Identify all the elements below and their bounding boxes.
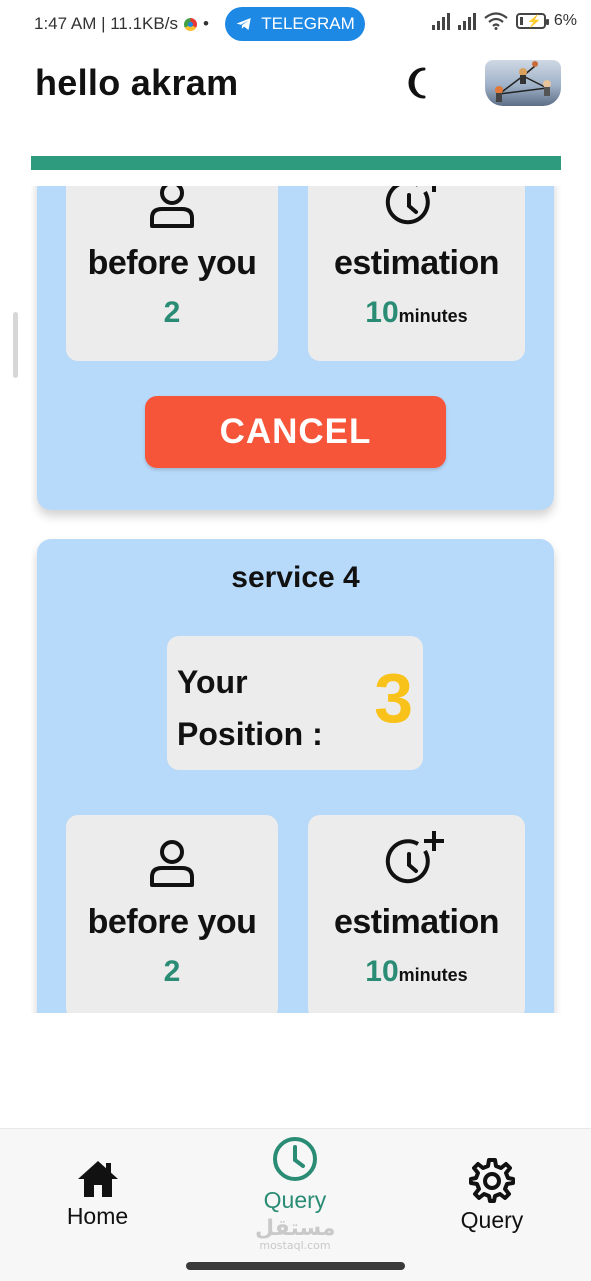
status-right: ⚡ 6% bbox=[431, 12, 577, 30]
estimation-unit: minutes bbox=[398, 965, 468, 985]
chrome-icon bbox=[183, 17, 197, 31]
estimation-value: 10 bbox=[365, 955, 399, 988]
estimation-label: estimation bbox=[333, 903, 500, 941]
home-indicator[interactable] bbox=[186, 1262, 405, 1270]
estimation-box: estimation 10minutes bbox=[308, 815, 525, 1013]
position-value: 3 bbox=[374, 659, 413, 737]
nav-home[interactable]: Home bbox=[50, 1159, 145, 1230]
status-separator: • bbox=[202, 14, 209, 33]
estimation-value-row: 10minutes bbox=[308, 955, 525, 989]
status-bar: 1:47 AM | 11.1KB/s • TELEGRAM ⚡ 6% bbox=[0, 0, 591, 48]
estimation-box: estimation 10minutes bbox=[308, 186, 525, 361]
page-title: hello akram bbox=[35, 62, 239, 103]
queue-list[interactable]: before you 2 estimation 10minutes CANCEL… bbox=[31, 186, 561, 1013]
telegram-notification[interactable]: TELEGRAM bbox=[225, 7, 365, 41]
telegram-icon bbox=[236, 18, 251, 30]
nav-query-label: Query bbox=[263, 1187, 327, 1213]
estimation-value: 10 bbox=[365, 296, 399, 329]
status-left: 1:47 AM | 11.1KB/s • bbox=[34, 14, 209, 34]
signal-icon-2 bbox=[457, 12, 476, 30]
service-title: service 4 bbox=[231, 561, 360, 594]
position-box: Your Position : 3 bbox=[167, 636, 423, 770]
before-you-box: before you 2 bbox=[66, 186, 278, 361]
estimation-unit: minutes bbox=[398, 306, 468, 326]
wifi-icon bbox=[484, 12, 508, 30]
nav-query[interactable]: Query bbox=[240, 1135, 350, 1214]
status-time-speed: 1:47 AM | 11.1KB/s bbox=[34, 14, 178, 33]
estimation-value-row: 10minutes bbox=[308, 296, 525, 330]
before-you-value: 2 bbox=[163, 296, 181, 329]
position-label: Your Position : bbox=[177, 664, 323, 752]
cancel-button[interactable]: CANCEL bbox=[145, 396, 446, 468]
scrollbar[interactable] bbox=[13, 312, 18, 378]
battery-percent: 6% bbox=[553, 12, 577, 29]
moon-icon[interactable] bbox=[402, 66, 432, 100]
clock-icon bbox=[273, 1137, 317, 1181]
watermark-sub: mostaql.com bbox=[259, 1239, 331, 1252]
nav-settings-label: Query bbox=[460, 1207, 524, 1233]
person-icon bbox=[150, 186, 194, 228]
watermark-text: مستقل bbox=[255, 1216, 336, 1241]
clock-plus-icon bbox=[385, 186, 436, 225]
home-icon bbox=[77, 1161, 118, 1197]
avatar[interactable] bbox=[485, 60, 561, 106]
watermark: مستقل mostaql.com bbox=[255, 1216, 335, 1252]
nav-settings[interactable]: Query bbox=[440, 1157, 544, 1234]
signal-icon bbox=[431, 12, 450, 30]
before-you-label: before you bbox=[87, 903, 257, 941]
service-card: service 4 Your Position : 3 before you 2… bbox=[37, 539, 554, 1013]
battery-icon: ⚡ bbox=[515, 13, 549, 29]
clock-plus-icon bbox=[385, 831, 444, 884]
gear-icon bbox=[469, 1158, 515, 1203]
nav-home-label: Home bbox=[66, 1203, 129, 1229]
service-card: before you 2 estimation 10minutes CANCEL bbox=[37, 186, 554, 510]
before-you-value: 2 bbox=[163, 955, 181, 988]
before-you-box: before you 2 bbox=[66, 815, 278, 1013]
person-icon bbox=[150, 840, 194, 887]
before-you-label: before you bbox=[87, 244, 257, 282]
bottom-nav: Home Query Query bbox=[0, 1128, 591, 1281]
telegram-label: TELEGRAM bbox=[261, 14, 355, 33]
estimation-label: estimation bbox=[333, 244, 500, 282]
progress-divider bbox=[31, 156, 561, 170]
